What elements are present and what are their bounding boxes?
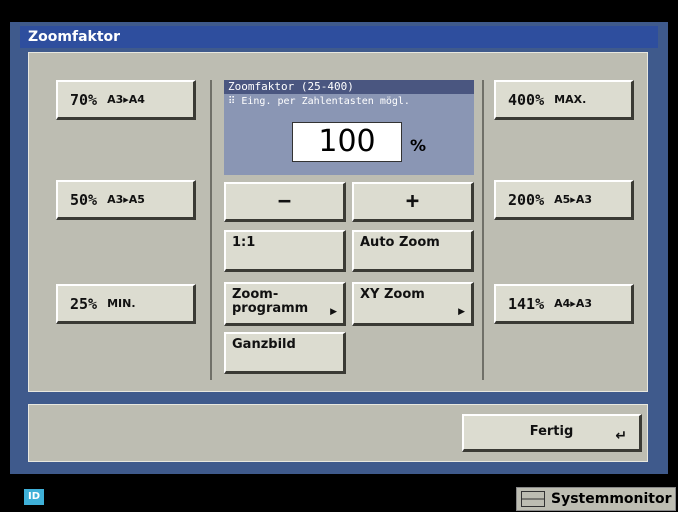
auto-zoom-button[interactable]: Auto Zoom [352, 230, 474, 272]
submenu-arrow-icon: ▶ [458, 307, 465, 317]
keypad-hint: ⠿ Eing. per Zahlentasten mögl. [224, 96, 474, 107]
xy-zoom-button[interactable]: XY Zoom ▶ [352, 282, 474, 326]
preset-25-button[interactable]: 25% MIN. [56, 284, 196, 324]
preset-percent: 25% [70, 294, 98, 313]
zoom-range-label: Zoomfaktor (25-400) [224, 80, 474, 94]
zoom-minus-button[interactable]: − [224, 182, 346, 222]
preset-200-button[interactable]: 200% A5▸A3 [494, 180, 634, 220]
preset-percent: 70% [70, 90, 98, 109]
zoom-plus-button[interactable]: + [352, 182, 474, 222]
done-label: Fertig [529, 424, 574, 439]
zoom-unit: % [410, 136, 427, 155]
preset-format: A3▸A5 [107, 193, 145, 206]
zoom-program-label-line2: programm [232, 301, 309, 316]
preset-400-button[interactable]: 400% MAX. [494, 80, 634, 120]
keypad-hint-text: Eing. per Zahlentasten mögl. [241, 96, 410, 107]
preset-format: A3▸A4 [107, 93, 145, 106]
xy-zoom-label: XY Zoom [360, 287, 425, 302]
zoom-value-display: Zoomfaktor (25-400) ⠿ Eing. per Zahlenta… [224, 80, 474, 175]
return-arrow-icon: ↵ [615, 428, 627, 444]
ganzbild-button[interactable]: Ganzbild [224, 332, 346, 374]
preset-percent: 50% [70, 190, 98, 209]
system-monitor-icon [521, 491, 545, 507]
preset-50-button[interactable]: 50% A3▸A5 [56, 180, 196, 220]
preset-percent: 141% [508, 294, 545, 313]
preset-format: MAX. [554, 93, 587, 106]
preset-percent: 200% [508, 190, 545, 209]
preset-format: A4▸A3 [554, 297, 592, 310]
system-monitor-button[interactable]: Systemmonitor [516, 487, 676, 511]
preset-format: A5▸A3 [554, 193, 592, 206]
dialog-title: Zoomfaktor [20, 26, 658, 48]
preset-70-button[interactable]: 70% A3▸A4 [56, 80, 196, 120]
preset-format: MIN. [107, 297, 136, 310]
system-monitor-label: Systemmonitor [551, 491, 672, 507]
left-divider [210, 80, 212, 380]
keypad-icon: ⠿ [228, 96, 236, 107]
one-to-one-button[interactable]: 1:1 [224, 230, 346, 272]
zoom-program-label-line1: Zoom- [232, 287, 279, 302]
right-divider [482, 80, 484, 380]
done-button[interactable]: Fertig ↵ [462, 414, 642, 452]
zoom-program-button[interactable]: Zoom- programm ▶ [224, 282, 346, 326]
preset-141-button[interactable]: 141% A4▸A3 [494, 284, 634, 324]
zoom-value-field[interactable]: 100 [292, 122, 402, 162]
preset-percent: 400% [508, 90, 545, 109]
id-badge: ID [24, 489, 44, 505]
submenu-arrow-icon: ▶ [330, 307, 337, 317]
